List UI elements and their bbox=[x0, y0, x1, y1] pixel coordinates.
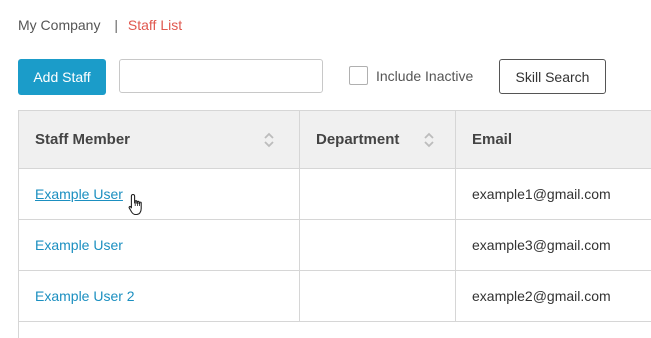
department-cell bbox=[300, 169, 456, 219]
table-header: Staff Member Department Email bbox=[19, 111, 651, 169]
breadcrumb-current[interactable]: Staff List bbox=[128, 17, 182, 33]
column-header-staff-member[interactable]: Staff Member bbox=[19, 111, 300, 168]
column-header-label: Email bbox=[472, 131, 513, 148]
column-header-label: Staff Member bbox=[35, 131, 131, 148]
staff-member-cell: Example User 2 bbox=[19, 271, 300, 321]
department-cell bbox=[300, 271, 456, 321]
staff-member-link[interactable]: Example User bbox=[35, 237, 123, 253]
email-cell: example3@gmail.com bbox=[472, 237, 611, 253]
department-cell bbox=[300, 220, 456, 270]
table-row: Example User 2 example2@gmail.com bbox=[19, 271, 651, 322]
email-cell: example1@gmail.com bbox=[472, 186, 611, 202]
email-cell: example2@gmail.com bbox=[472, 288, 611, 304]
search-input[interactable] bbox=[119, 59, 323, 93]
staff-member-cell: Example User bbox=[19, 169, 300, 219]
staff-member-link[interactable]: Example User 2 bbox=[35, 288, 135, 304]
include-inactive-toggle[interactable]: Include Inactive bbox=[349, 66, 473, 85]
add-staff-button[interactable]: Add Staff bbox=[18, 59, 106, 95]
breadcrumb-parent[interactable]: My Company bbox=[18, 17, 100, 33]
column-header-department[interactable]: Department bbox=[300, 111, 456, 168]
table-row: Example User example3@gmail.com bbox=[19, 220, 651, 271]
staff-member-link[interactable]: Example User bbox=[35, 186, 123, 202]
hand-pointer-icon bbox=[128, 193, 142, 216]
breadcrumb: My Company | Staff List bbox=[18, 17, 182, 33]
column-header-label: Department bbox=[316, 131, 400, 148]
sort-icon[interactable] bbox=[264, 131, 274, 149]
include-inactive-label: Include Inactive bbox=[376, 67, 474, 84]
include-inactive-checkbox[interactable] bbox=[349, 66, 368, 85]
column-header-email: Email bbox=[456, 111, 651, 168]
staff-member-cell: Example User bbox=[19, 220, 300, 270]
staff-table: Staff Member Department Email Example Us… bbox=[18, 110, 651, 338]
skill-search-button[interactable]: Skill Search bbox=[499, 59, 606, 94]
sort-icon[interactable] bbox=[424, 131, 434, 149]
breadcrumb-separator: | bbox=[114, 17, 118, 33]
table-row: Example User example1@gmail.com bbox=[19, 169, 651, 220]
